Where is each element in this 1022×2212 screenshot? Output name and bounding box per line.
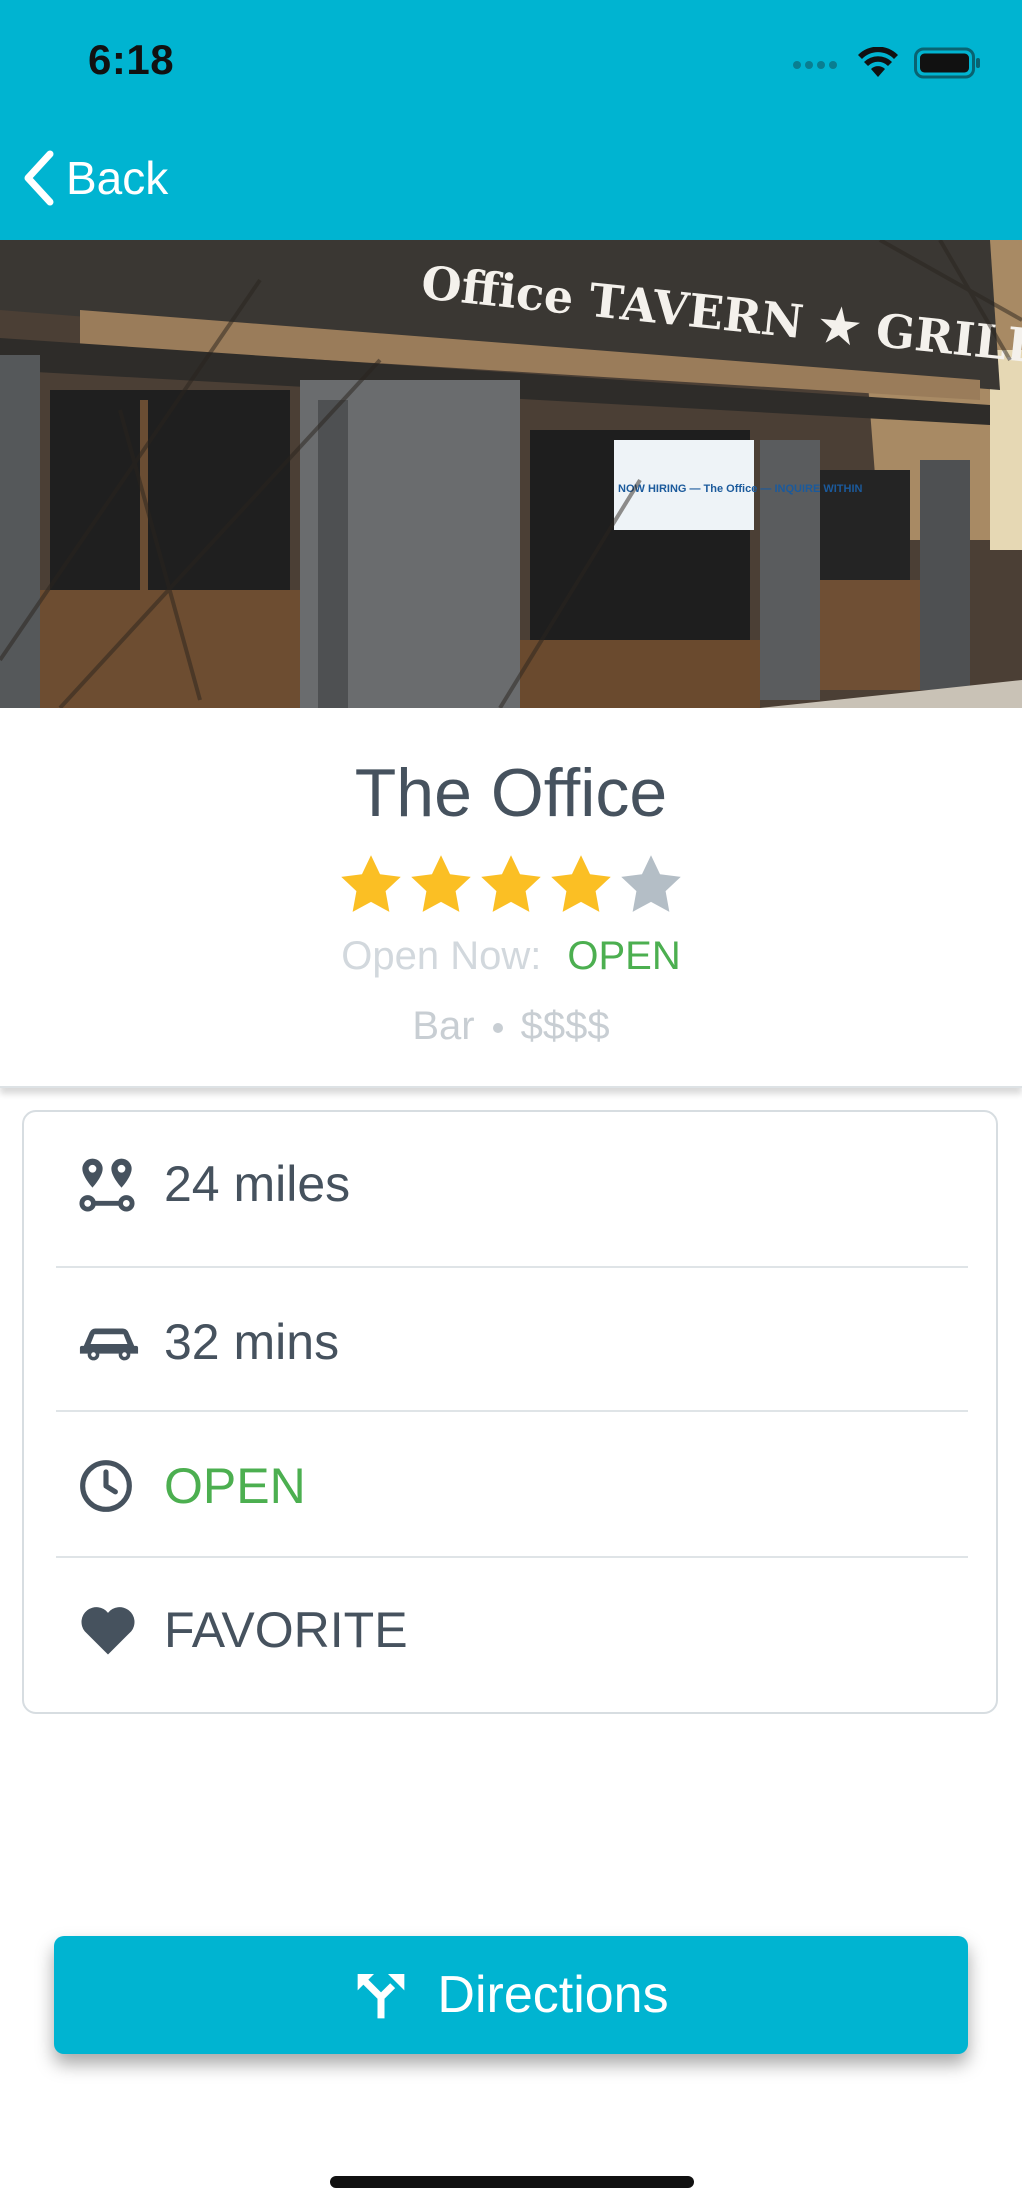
venue-name: The Office	[354, 755, 668, 831]
back-button[interactable]: Back	[22, 150, 168, 206]
status-time: 6:18	[88, 36, 175, 83]
cellular-signal-icon	[793, 61, 837, 69]
hero-banner-text: NOW HIRING — The Office — INQUIRE WITHIN	[618, 483, 863, 495]
category-label: Bar	[412, 1004, 475, 1048]
details-card: 24 miles 32 mins OPEN FAVORITE	[22, 1110, 998, 1714]
back-label: Back	[66, 152, 169, 204]
distance-row[interactable]: 24 miles	[56, 1112, 968, 1256]
separator-dot	[492, 1023, 503, 1034]
row-divider	[56, 1266, 968, 1268]
open-now-line: Open Now: OPEN	[0, 934, 1022, 979]
star-icon	[551, 855, 611, 912]
heart-icon	[56, 1603, 154, 1657]
star-empty-icon	[621, 855, 681, 912]
open-now-value: OPEN	[567, 934, 681, 978]
chevron-left-icon	[24, 150, 54, 206]
open-now-label: Open Now:	[341, 934, 542, 978]
category-price-line: Bar $$$$	[0, 1004, 1022, 1049]
favorite-row[interactable]: FAVORITE	[56, 1558, 968, 1702]
storefront-illustration: Office TAVERN ★ GRILL NOW HIRING — The O…	[0, 240, 1022, 708]
directions-button[interactable]: Directions	[54, 1936, 968, 2054]
distance-label: 24 miles	[164, 1156, 351, 1212]
star-icon	[481, 855, 541, 912]
header-bar: 6:18 Back	[0, 0, 1022, 240]
favorite-label: FAVORITE	[164, 1602, 408, 1658]
hours-row[interactable]: OPEN	[56, 1414, 968, 1558]
venue-photo: Office TAVERN ★ GRILL NOW HIRING — The O…	[0, 240, 1022, 708]
wifi-icon	[858, 47, 898, 77]
home-indicator[interactable]	[330, 2176, 694, 2188]
battery-icon	[914, 47, 980, 79]
map-pins-icon	[56, 1155, 154, 1213]
hours-status-label: OPEN	[164, 1458, 306, 1514]
venue-info: The Office Open Now: OPEN Bar $$$$	[0, 708, 1022, 1088]
drive-time-row[interactable]: 32 mins	[56, 1270, 968, 1414]
clock-icon	[56, 1458, 154, 1514]
directions-label: Directions	[437, 1966, 669, 2024]
row-divider	[56, 1410, 968, 1412]
status-icons	[792, 46, 982, 80]
drive-time-label: 32 mins	[164, 1314, 340, 1370]
star-icon	[411, 855, 471, 912]
star-rating	[0, 850, 1022, 920]
star-icon	[341, 855, 401, 912]
car-icon	[56, 1322, 154, 1362]
price-label: $$$$	[520, 1004, 610, 1048]
turn-fork-icon	[358, 1974, 405, 2019]
